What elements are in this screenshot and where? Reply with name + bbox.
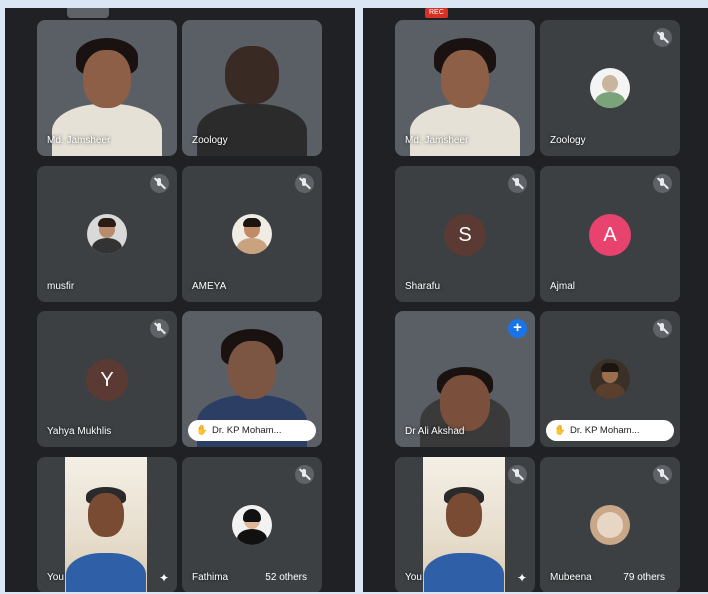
participant-name: Dr. KP Moham... [212,425,282,436]
participant-name: Dr Ali Akshad [405,426,465,437]
others-count[interactable]: 79 others [616,569,672,586]
raised-hand-badge: ✋ Dr. KP Moham... [546,420,674,441]
participant-tile-self[interactable]: You ✦ [395,457,535,592]
mic-off-icon [150,174,169,193]
participant-tile-mubeena[interactable]: Mubeena 79 others [540,457,680,592]
participant-name: Yahya Mukhlis [47,426,112,437]
participant-name: You [47,572,64,583]
mic-off-icon [508,465,527,484]
participant-name: Zoology [550,135,586,146]
participant-tile-self[interactable]: You ✦ [37,457,177,592]
others-count[interactable]: 52 others [258,569,314,586]
call-indicator [67,8,109,18]
participant-name: Md. Jamsheer [47,135,111,146]
raised-hand-badge: ✋ Dr. KP Moham... [188,420,316,441]
participant-tile-fathima[interactable]: Fathima 52 others [182,457,322,592]
participant-tile-kp-mohammed[interactable]: ✋ Dr. KP Moham... [540,311,680,447]
participant-name: Mubeena [550,572,592,583]
participant-name: Sharafu [405,281,441,292]
participant-name: Zoology [192,135,228,146]
avatar-initial: A [589,214,631,256]
avatar-initial: S [444,214,486,256]
participant-tile-sharafu[interactable]: S Sharafu [395,166,535,302]
raised-hand-icon: ✋ [554,425,566,436]
participant-name: Ajmal [550,281,576,292]
avatar-initial: Y [86,359,128,401]
recording-badge: REC [425,8,448,18]
participant-tile-jamsheer[interactable]: Md. Jamsheer [37,20,177,156]
avatar [87,214,127,254]
mic-off-icon [150,319,169,338]
participant-tile-jamsheer[interactable]: Md. Jamsheer [395,20,535,156]
effects-icon[interactable]: ✦ [517,571,527,585]
avatar [590,359,630,399]
avatar [232,505,272,545]
avatar [590,505,630,545]
self-video [423,457,505,592]
participant-name: musfir [47,281,75,292]
participant-tile-zoology[interactable]: Zoology [182,20,322,156]
participant-name: Md. Jamsheer [405,135,469,146]
mic-off-icon [653,465,672,484]
participant-tile-zoology[interactable]: Zoology [540,20,680,156]
avatar [232,214,272,254]
participant-name: Dr. KP Moham... [570,425,640,436]
mic-off-icon [653,28,672,47]
status-bar: REC [363,8,708,18]
mic-off-icon [653,319,672,338]
participant-tile-ali-akshad[interactable]: + Dr Ali Akshad [395,311,535,447]
participant-tile-kp-mohammed[interactable]: ✋ Dr. KP Moham... [182,311,322,447]
participant-name: You [405,572,422,583]
mic-off-icon [508,174,527,193]
mic-off-icon [653,174,672,193]
participant-name: AMEYA [192,281,227,292]
meeting-screen-right: REC Md. Jamsheer Zoology S Sharafu A Ajm… [363,8,708,592]
add-pin-icon[interactable]: + [508,319,527,338]
meeting-screen-left: Md. Jamsheer Zoology musfir AMEYA Y Yahy… [5,8,355,592]
effects-icon[interactable]: ✦ [159,571,169,585]
status-bar [5,8,355,18]
participant-tile-ameya[interactable]: AMEYA [182,166,322,302]
raised-hand-icon: ✋ [196,425,208,436]
participant-tile-ajmal[interactable]: A Ajmal [540,166,680,302]
participant-name: Fathima [192,572,229,583]
self-video [65,457,147,592]
mic-off-icon [295,174,314,193]
participant-tile-yahya[interactable]: Y Yahya Mukhlis [37,311,177,447]
participant-tile-musfir[interactable]: musfir [37,166,177,302]
mic-off-icon [295,465,314,484]
avatar [590,68,630,108]
